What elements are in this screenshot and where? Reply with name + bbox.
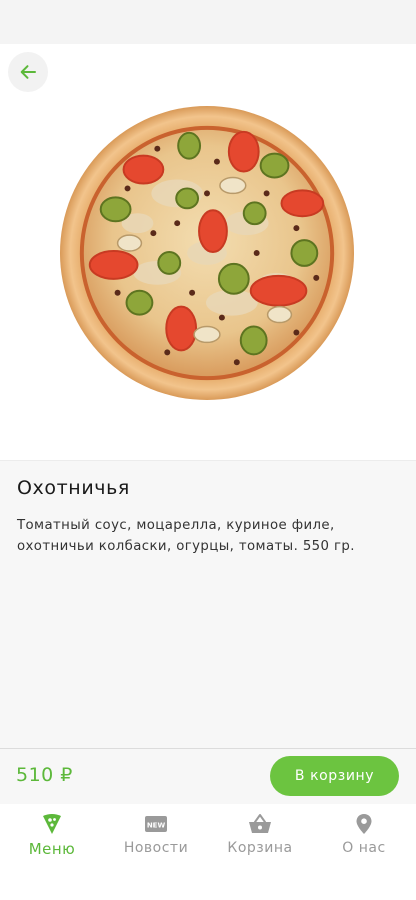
product-details-panel [0, 460, 416, 748]
status-bar [0, 0, 416, 44]
tab-label: О нас [342, 840, 386, 856]
basket-icon [248, 812, 272, 836]
svg-text:NEW: NEW [147, 822, 166, 830]
tab-cart[interactable]: Корзина [208, 812, 312, 862]
product-description: Томатный соус, моцарелла, куриное филе, … [17, 518, 355, 554]
tab-label: Меню [28, 840, 76, 858]
add-to-cart-button[interactable]: В корзину [270, 756, 399, 796]
back-button[interactable] [8, 52, 48, 92]
location-pin-icon [355, 812, 373, 836]
tab-news[interactable]: NEW Новости [104, 812, 208, 862]
tab-about[interactable]: О нас [312, 812, 416, 862]
new-badge-icon: NEW [145, 812, 167, 836]
tab-menu[interactable]: Меню [0, 812, 104, 862]
pizza-photo [59, 105, 355, 401]
product-title: Охотничья [17, 477, 130, 499]
arrow-left-icon [20, 65, 36, 79]
product-price: 510 ₽ [16, 764, 73, 786]
tab-label: Корзина [227, 840, 293, 856]
tab-label: Новости [123, 840, 189, 856]
pizza-slice-icon [41, 812, 63, 836]
